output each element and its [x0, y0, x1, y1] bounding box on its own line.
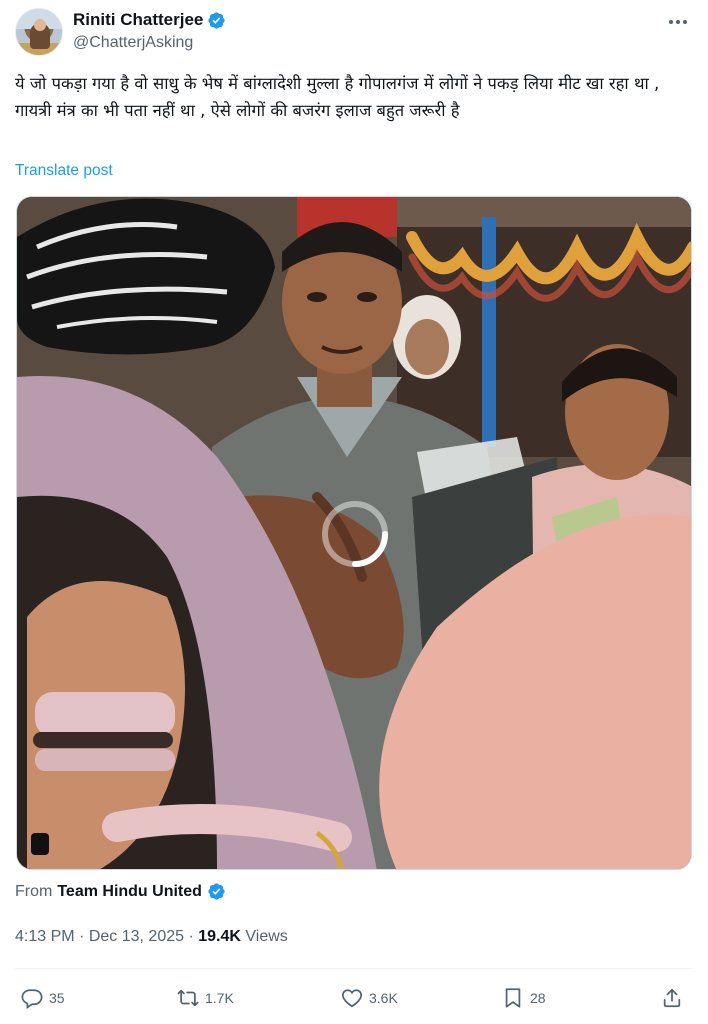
author-handle[interactable]: @ChatterjAsking — [73, 34, 193, 52]
verified-badge-icon — [208, 11, 225, 29]
share-icon — [663, 988, 681, 1008]
reply-icon — [21, 989, 43, 1009]
video-indicator-icon — [31, 833, 49, 855]
heart-icon — [341, 989, 363, 1008]
video-frame — [17, 197, 691, 869]
tweet-meta: 4:13 PM · Dec 13, 2025 · 19.4K Views — [15, 928, 288, 946]
like-count: 3.6K — [369, 990, 398, 1006]
repost-count: 1.7K — [205, 990, 234, 1006]
source-prefix: From — [15, 882, 53, 900]
translate-post-link[interactable]: Translate post — [15, 162, 113, 180]
video-player[interactable] — [16, 196, 692, 870]
tweet-text: ये जो पकड़ा गया है वो साधु के भेष में बा… — [15, 74, 660, 120]
source-name[interactable]: Team Hindu United — [57, 883, 202, 901]
meta-separator: · — [79, 928, 85, 945]
reply-count: 35 — [49, 990, 65, 1006]
tweet-time[interactable]: 4:13 PM — [15, 928, 75, 945]
tweet-header: Riniti Chatterjee @ChatterjAsking — [15, 8, 693, 56]
repost-icon — [177, 989, 199, 1007]
like-button[interactable]: 3.6K — [341, 984, 398, 1012]
divider — [15, 968, 693, 969]
bookmark-icon — [505, 988, 521, 1008]
views-label: Views — [245, 928, 288, 945]
avatar[interactable] — [15, 8, 63, 56]
action-bar: 35 1.7K 3.6K 28 — [15, 984, 693, 1012]
bookmark-count: 28 — [530, 990, 546, 1006]
bookmark-button[interactable]: 28 — [502, 984, 546, 1012]
author-name[interactable]: Riniti Chatterjee — [73, 10, 203, 30]
author-name-row[interactable]: Riniti Chatterjee — [73, 10, 226, 30]
source-attribution: From Team Hindu United — [15, 882, 226, 901]
tweet-date[interactable]: Dec 13, 2025 — [89, 928, 184, 945]
share-button[interactable] — [661, 984, 683, 1012]
meta-separator: · — [188, 928, 194, 945]
views-count: 19.4K — [198, 928, 241, 945]
repost-button[interactable]: 1.7K — [177, 984, 234, 1012]
reply-button[interactable]: 35 — [21, 984, 65, 1012]
more-options-icon[interactable] — [667, 12, 689, 32]
source-verified-badge-icon — [208, 883, 225, 900]
